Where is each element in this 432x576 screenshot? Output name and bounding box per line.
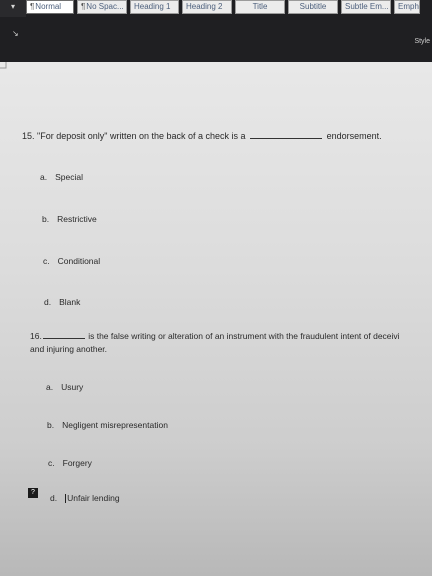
option-text: Usury bbox=[61, 382, 84, 392]
text-cursor bbox=[65, 494, 67, 504]
option-text: Special bbox=[55, 172, 83, 182]
option-letter: b. bbox=[42, 214, 50, 224]
style-normal[interactable]: ¶Normal bbox=[26, 0, 74, 14]
option-item: d. Blank bbox=[44, 297, 80, 307]
style-emphasis[interactable]: Emph bbox=[394, 0, 420, 14]
question-text: "For deposit only" written on the back o… bbox=[37, 131, 246, 141]
style-label: Title bbox=[252, 2, 268, 11]
answer-blank bbox=[42, 330, 85, 339]
option-item: a. Usury bbox=[46, 382, 83, 392]
style-label: Heading 2 bbox=[186, 2, 223, 11]
option-item: c. Conditional bbox=[43, 256, 100, 266]
question-15: 15. "For deposit only" written on the ba… bbox=[22, 130, 382, 141]
question-number: 16. bbox=[30, 331, 42, 341]
question-number: 15. bbox=[22, 131, 35, 141]
option-text: Restrictive bbox=[57, 214, 97, 224]
option-letter: a. bbox=[40, 172, 48, 182]
question-16: 16. is the false writing or alteration o… bbox=[30, 330, 400, 341]
option-item: c. Forgery bbox=[48, 458, 92, 468]
option-text: Forgery bbox=[62, 458, 92, 468]
style-label: Subtle Em... bbox=[345, 2, 389, 11]
option-text: Unfair lending bbox=[67, 493, 120, 503]
style-label: Normal bbox=[35, 2, 62, 11]
styles-group-label: Style bbox=[414, 38, 430, 45]
margin-corner-icon bbox=[0, 62, 7, 69]
option-letter: c. bbox=[43, 256, 50, 266]
style-subtle-emphasis[interactable]: Subtle Em... bbox=[341, 0, 391, 14]
document-page[interactable]: 15. "For deposit only" written on the ba… bbox=[0, 62, 432, 576]
option-letter: b. bbox=[47, 420, 55, 430]
option-item: a. Special bbox=[40, 172, 83, 182]
style-heading-1[interactable]: Heading 1 bbox=[130, 0, 179, 14]
style-label: No Spac... bbox=[86, 2, 124, 11]
dialog-launcher-icon[interactable]: ↘ bbox=[12, 30, 20, 38]
pilcrow-icon: ¶ bbox=[81, 2, 86, 11]
style-subtitle[interactable]: Subtitle bbox=[288, 0, 338, 14]
style-title[interactable]: Title bbox=[235, 0, 285, 14]
option-text: Negligent misrepresentation bbox=[62, 420, 168, 430]
option-text: Blank bbox=[59, 297, 81, 307]
styles-gallery: ▾ ¶Normal ¶No Spac... Heading 1 Heading … bbox=[0, 0, 432, 17]
question-text: is the false writing or alteration of an… bbox=[88, 331, 400, 341]
selection-marker-icon[interactable]: ? bbox=[28, 488, 38, 498]
gallery-scroll-arrow[interactable]: ▾ bbox=[0, 0, 26, 17]
option-letter: d. bbox=[44, 297, 52, 307]
question-suffix: endorsement. bbox=[326, 131, 382, 141]
style-heading-2[interactable]: Heading 2 bbox=[182, 0, 232, 14]
style-label: Heading 1 bbox=[134, 2, 171, 11]
option-letter: a. bbox=[46, 382, 54, 392]
style-label: Emph bbox=[398, 2, 419, 11]
option-item: b. Restrictive bbox=[42, 214, 97, 224]
style-label: Subtitle bbox=[299, 2, 327, 11]
option-letter: d. bbox=[50, 493, 58, 503]
style-no-spacing[interactable]: ¶No Spac... bbox=[77, 0, 127, 14]
ribbon: ▾ ¶Normal ¶No Spac... Heading 1 Heading … bbox=[0, 0, 432, 62]
option-item: b. Negligent misrepresentation bbox=[47, 420, 168, 430]
question-16-continued: and injuring another. bbox=[30, 344, 108, 354]
option-item: d. Unfair lending bbox=[50, 493, 120, 504]
option-text: Conditional bbox=[57, 256, 101, 266]
option-letter: c. bbox=[48, 458, 55, 468]
answer-blank bbox=[250, 130, 323, 139]
pilcrow-icon: ¶ bbox=[30, 2, 35, 11]
